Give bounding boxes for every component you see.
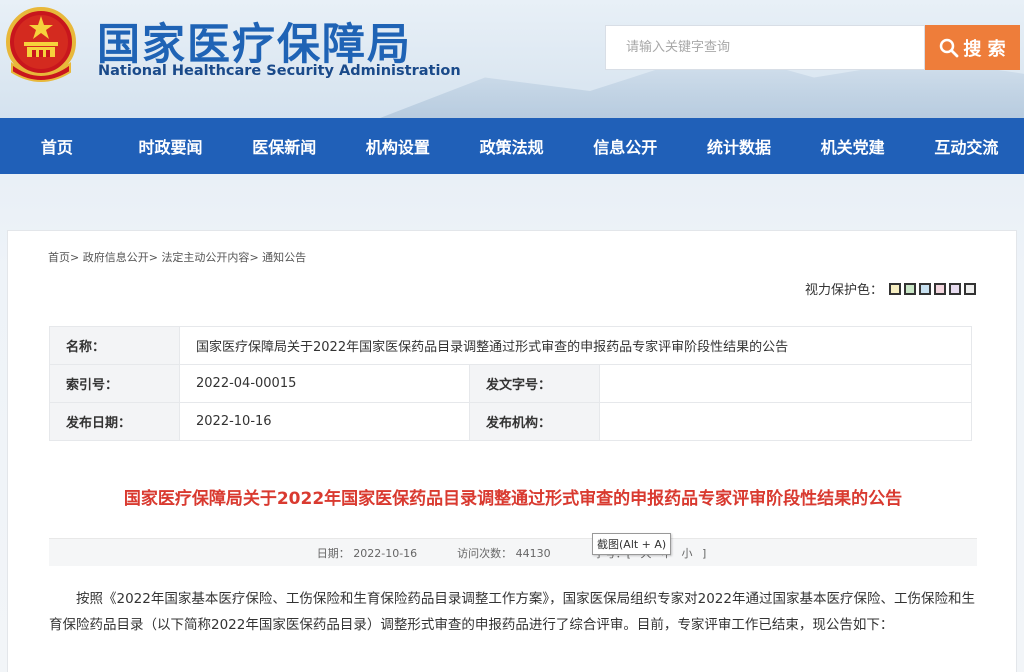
vision-swatch-blue[interactable] (919, 282, 931, 295)
main-nav: 首页 时政要闻 医保新闻 机构设置 政策法规 信息公开 统计数据 机关党建 互动… (0, 118, 1024, 174)
search-input[interactable]: 请输入关键字查询 (605, 25, 925, 70)
meta-name-value: 国家医疗保障局关于2022年国家医保药品目录调整通过形式审查的申报药品专家评审阶… (179, 326, 972, 365)
breadcrumb-gov-info[interactable]: 政府信息公开 (83, 251, 149, 264)
breadcrumb-statutory[interactable]: 法定主动公开内容 (161, 251, 249, 264)
meta-date-value: 2022-10-16 (179, 402, 470, 441)
nav-item-info-disclosure[interactable]: 信息公开 (568, 134, 682, 158)
vision-swatch-purple[interactable] (949, 282, 961, 295)
document-meta-table: 名称： 国家医疗保障局关于2022年国家医保药品目录调整通过形式审查的申报药品专… (49, 326, 972, 441)
meta-row-date: 发布日期： 2022-10-16 发布机构： (49, 402, 972, 441)
meta-org-label: 发布机构： (469, 402, 600, 441)
font-size-suffix: ] (701, 546, 707, 560)
search-button-label: 搜 索 (963, 38, 1006, 60)
vision-protection: 视力保护色： (805, 279, 976, 298)
vision-swatch-yellow[interactable] (889, 282, 901, 295)
meta-index-value: 2022-04-00015 (179, 364, 470, 403)
breadcrumb-separator: > (249, 251, 259, 264)
breadcrumb-separator: > (70, 251, 80, 264)
site-logo-en: National Healthcare Security Administrat… (98, 63, 461, 79)
meta-name-label: 名称： (49, 326, 180, 365)
screenshot-tooltip: 截图(Alt + A) (592, 533, 672, 555)
nav-item-interaction[interactable]: 互动交流 (910, 134, 1024, 158)
meta-org-value (599, 402, 972, 441)
vision-swatch-gray[interactable] (964, 282, 976, 295)
meta-date-label: 发布日期： (49, 402, 180, 441)
font-size-small[interactable]: 小 (681, 547, 692, 560)
breadcrumb-separator: > (148, 251, 158, 264)
article-body: 按照《2022年国家基本医疗保险、工伤保险和生育保险药品目录调整工作方案》，国家… (49, 591, 975, 633)
vision-swatch-green[interactable] (904, 282, 916, 295)
search-icon (940, 38, 959, 57)
article-date: 日期： 2022-10-16 (316, 546, 418, 560)
nav-item-policies[interactable]: 政策法规 (455, 134, 569, 158)
nav-item-party-building[interactable]: 机关党建 (796, 134, 910, 158)
content-panel: 首页> 政府信息公开> 法定主动公开内容> 通知公告 视力保护色： 名称： 国家… (7, 230, 1017, 672)
nav-item-statistics[interactable]: 统计数据 (682, 134, 796, 158)
meta-doc-no-value (599, 364, 972, 403)
meta-index-label: 索引号： (49, 364, 180, 403)
nav-item-healthcare-news[interactable]: 医保新闻 (227, 134, 341, 158)
search-button[interactable]: 搜 索 (925, 25, 1020, 70)
vision-protection-label: 视力保护色： (804, 283, 883, 298)
vision-swatches (889, 282, 976, 295)
nav-item-politics-news[interactable]: 时政要闻 (114, 134, 228, 158)
article-title: 国家医疗保障局关于2022年国家医保药品目录调整通过形式审查的申报药品专家评审阶… (123, 489, 903, 509)
meta-row-index: 索引号： 2022-04-00015 发文字号： (49, 364, 972, 403)
meta-doc-no-label: 发文字号： (469, 364, 600, 403)
article-info-bar: 日期： 2022-10-16 访问次数： 44130 字号：[ 大 中 小 ] (49, 538, 977, 566)
article-visits: 访问次数： 44130 (457, 546, 551, 560)
nav-item-organization[interactable]: 机构设置 (341, 134, 455, 158)
site-header: 国家医疗保障局 National Healthcare Security Adm… (0, 0, 1024, 118)
breadcrumb-notices[interactable]: 通知公告 (262, 251, 306, 264)
vision-swatch-pink[interactable] (934, 282, 946, 295)
nav-item-home[interactable]: 首页 (0, 134, 114, 158)
meta-row-name: 名称： 国家医疗保障局关于2022年国家医保药品目录调整通过形式审查的申报药品专… (49, 326, 972, 365)
national-emblem-icon[interactable] (4, 6, 78, 84)
breadcrumb: 首页> 政府信息公开> 法定主动公开内容> 通知公告 (48, 249, 306, 265)
breadcrumb-home[interactable]: 首页 (48, 251, 70, 264)
